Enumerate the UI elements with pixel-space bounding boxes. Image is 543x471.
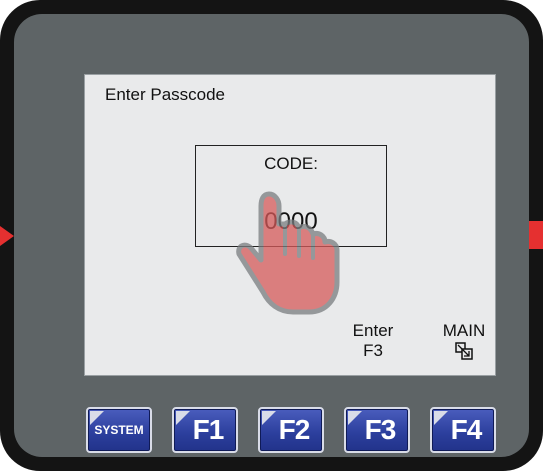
system-key[interactable]: SYSTEM [86, 407, 152, 453]
f2-key[interactable]: F2 [258, 407, 324, 453]
key-corner-mark [434, 411, 448, 425]
f3-key-label: F3 [364, 414, 397, 445]
code-label: CODE: [264, 154, 318, 173]
key-corner-mark [348, 411, 362, 425]
window-switch-icon [455, 342, 473, 360]
f3-key[interactable]: F3 [344, 407, 410, 453]
softkey-enter-label: Enter [352, 321, 394, 340]
key-corner-mark [176, 411, 190, 425]
device-bezel: Enter Passcode CODE: 0000 Enter F3 MAIN [0, 0, 543, 471]
system-key-label: SYSTEM [94, 423, 144, 437]
lcd-screen: Enter Passcode CODE: 0000 Enter F3 MAIN [84, 74, 496, 376]
f1-key-label: F1 [192, 414, 225, 445]
f4-key-label: F4 [450, 414, 483, 445]
softkey-enter: Enter F3 [345, 321, 401, 361]
f1-key[interactable]: F1 [172, 407, 238, 453]
f2-key-label: F2 [278, 414, 311, 445]
f4-key[interactable]: F4 [430, 407, 496, 453]
hand-pointer-icon [236, 191, 340, 315]
softkey-main: MAIN [433, 321, 495, 360]
softkey-enter-key: F3 [363, 341, 383, 360]
right-indicator-tab [529, 221, 543, 249]
left-indicator-arrow [0, 226, 14, 246]
softkey-main-label: MAIN [442, 321, 486, 340]
screen-title: Enter Passcode [105, 85, 226, 104]
device-panel: Enter Passcode CODE: 0000 Enter F3 MAIN [14, 14, 529, 457]
key-corner-mark [262, 411, 276, 425]
